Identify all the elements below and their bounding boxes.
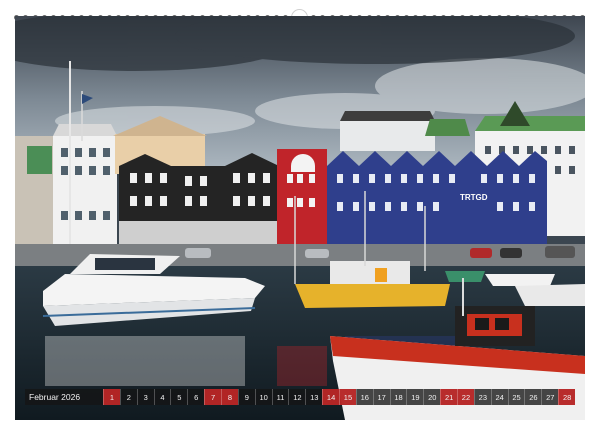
day-cell: 18 (389, 389, 407, 405)
white-building-back (340, 121, 435, 151)
day-cell: 14 (322, 389, 340, 405)
day-cell: 16 (355, 389, 373, 405)
day-cell: 27 (541, 389, 558, 405)
day-list: 1 2 3 4 5 6 7 8 9 10 11 12 13 14 15 16 17 18 19 20 21 22 23 24 2… (103, 389, 576, 405)
building-sign: TRTGD (460, 193, 488, 202)
calendar-strip: Februar 2026 1 2 3 4 5 6 7 8 9 10 11 12 13 14 15 16 17 18… (25, 389, 576, 405)
day-cell: 5 (170, 389, 187, 405)
day-cell: 15 (339, 389, 356, 405)
harbour-photo: TRTGD (15, 16, 585, 420)
day-cell: 19 (406, 389, 423, 405)
day-cell: 23 (473, 389, 491, 405)
day-cell: 7 (204, 389, 222, 405)
year: 2026 (61, 392, 81, 402)
day-cell: 6 (187, 389, 204, 405)
day-cell: 22 (457, 389, 474, 405)
day-cell: 2 (119, 389, 137, 405)
day-cell: 20 (423, 389, 440, 405)
day-cell: 24 (490, 389, 508, 405)
day-cell: 9 (237, 389, 255, 405)
day-cell: 26 (524, 389, 541, 405)
day-cell: 3 (136, 389, 154, 405)
day-cell: 21 (440, 389, 458, 405)
day-cell: 1 (103, 389, 120, 405)
day-cell: 28 (558, 389, 576, 405)
day-cell: 11 (271, 389, 289, 405)
day-cell: 13 (305, 389, 322, 405)
month-name: Februar (29, 392, 59, 402)
day-cell: 8 (221, 389, 238, 405)
day-cell: 10 (254, 389, 272, 405)
calendar-photo: TRTGD (15, 16, 585, 420)
day-cell: 25 (507, 389, 525, 405)
day-cell: 17 (372, 389, 390, 405)
day-cell: 12 (288, 389, 305, 405)
month-label: Februar 2026 (25, 392, 103, 402)
day-cell: 4 (153, 389, 171, 405)
